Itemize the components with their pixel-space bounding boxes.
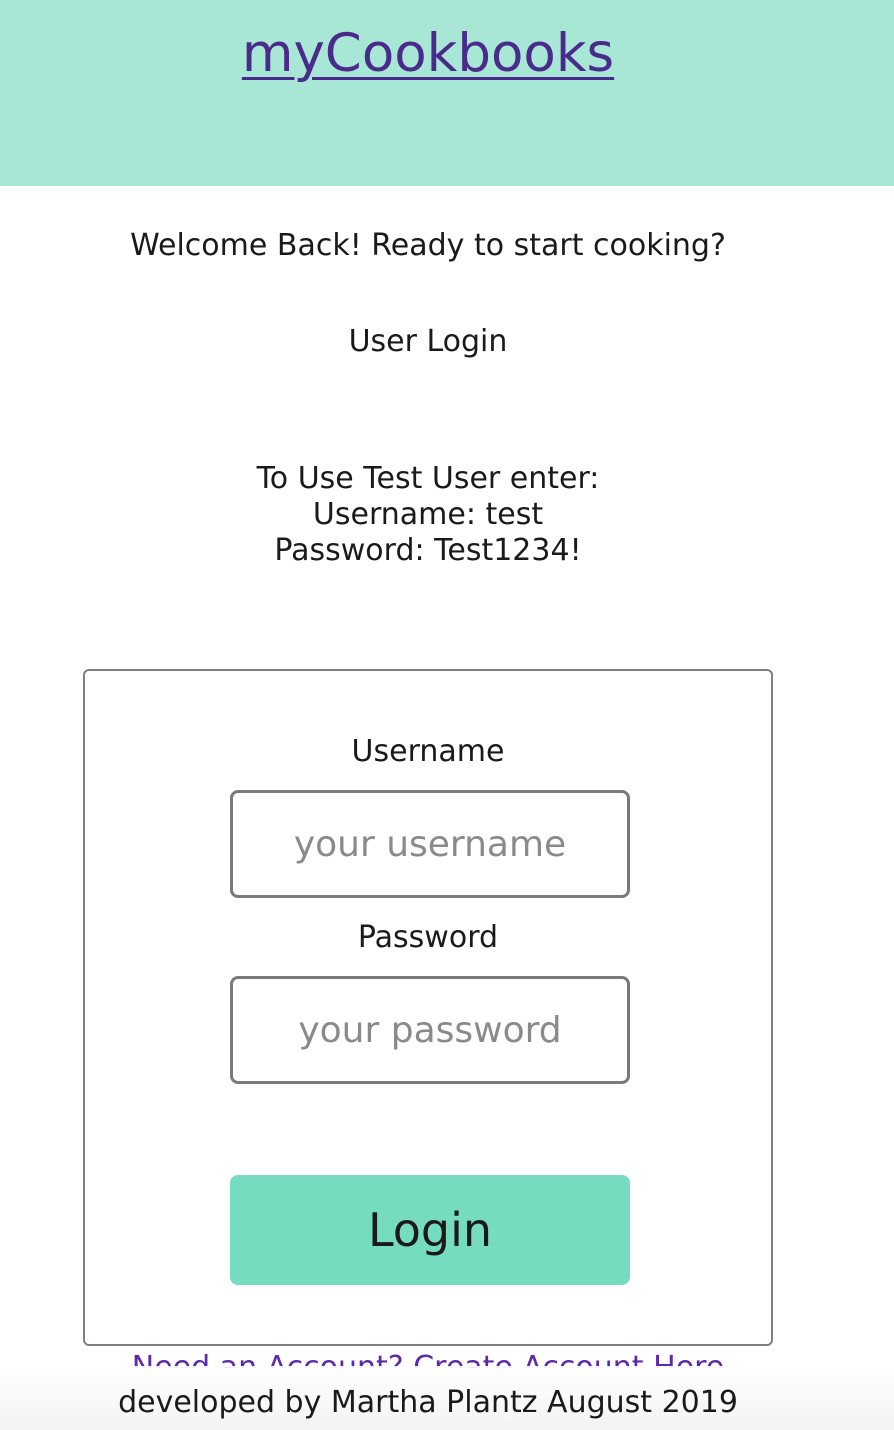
brand-link[interactable]: myCookbooks xyxy=(0,22,856,86)
login-button[interactable]: Login xyxy=(230,1175,630,1285)
app-header: myCookbooks xyxy=(0,0,894,186)
welcome-message: Welcome Back! Ready to start cooking? xyxy=(130,228,726,263)
test-user-password: Password: Test1234! xyxy=(274,533,582,568)
password-input[interactable] xyxy=(230,976,630,1084)
test-user-instructions: To Use Test User enter: Username: test P… xyxy=(0,461,856,569)
username-label: Username xyxy=(351,734,505,769)
login-form: Username Password Login xyxy=(83,669,773,1346)
footer: developed by Martha Plantz August 2019 xyxy=(0,1366,894,1430)
page-title: User Login xyxy=(348,324,508,359)
username-input[interactable] xyxy=(230,790,630,898)
footer-credit: developed by Martha Plantz August 2019 xyxy=(118,1385,738,1420)
login-page: myCookbooks Welcome Back! Ready to start… xyxy=(0,0,894,1430)
test-user-username: Username: test xyxy=(312,497,544,532)
password-label: Password xyxy=(357,920,499,955)
test-user-intro: To Use Test User enter: xyxy=(256,461,600,496)
